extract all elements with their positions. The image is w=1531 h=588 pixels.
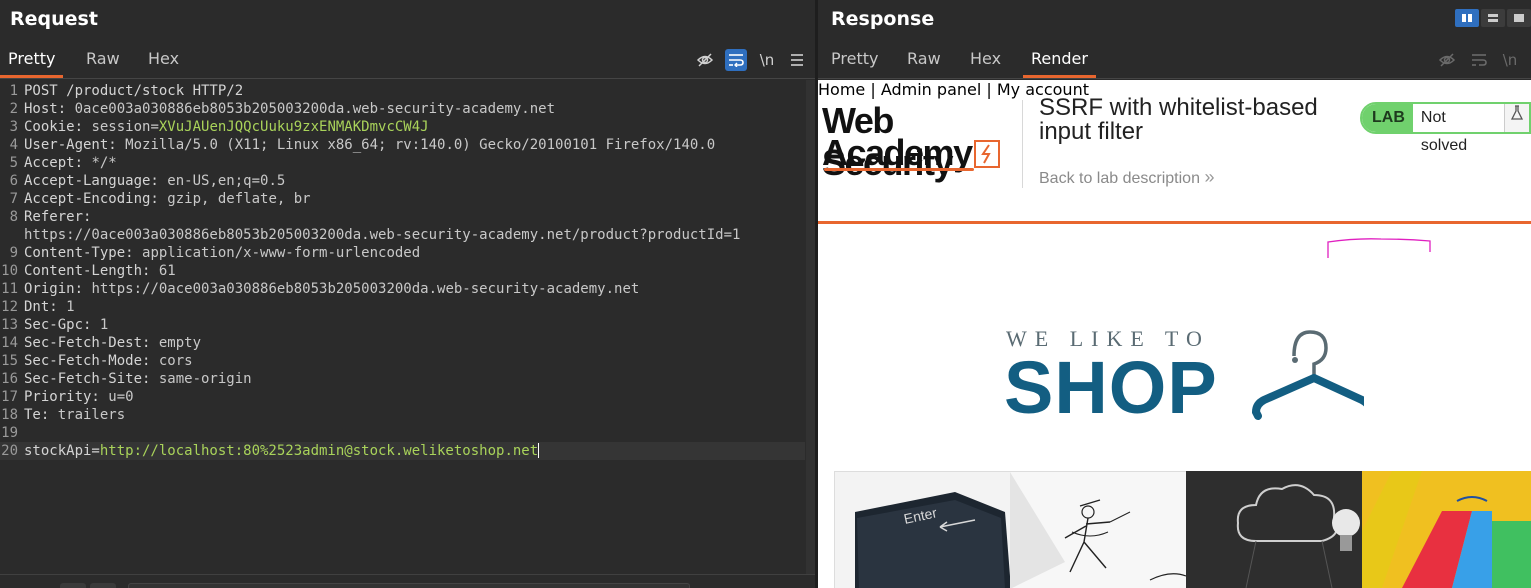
editor-line: 14 Sec-Fetch-Dest: empty <box>1 335 202 351</box>
request-tabs: Pretty Raw Hex <box>0 40 815 78</box>
editor-line: 16 Sec-Fetch-Site: same-origin <box>1 371 252 387</box>
split-columns-icon[interactable] <box>1455 9 1479 27</box>
settings-button[interactable] <box>60 583 86 588</box>
editor-line: 9 Content-Type: application/x-www-form-ur… <box>9 245 421 261</box>
lab-title: SSRF with whitelist-based input filter <box>1039 94 1318 145</box>
editor-line: 5 Accept: */* <box>9 155 117 171</box>
editor-line: 12 Dnt: 1 <box>1 299 75 315</box>
tabs-layout-icon[interactable] <box>1507 9 1531 27</box>
word-wrap-icon[interactable] <box>1468 49 1490 71</box>
product-grid: Enter <box>834 471 1531 588</box>
editor-line: 6 Accept-Language: en-US,en;q=0.5 <box>9 173 286 189</box>
shop-logo: WE LIKE TO SHOP <box>1004 326 1364 428</box>
bolt-icon <box>974 140 1000 168</box>
product-image-lightbulb[interactable] <box>1186 471 1362 588</box>
lab-status-badge: LAB Not solved <box>1360 102 1531 154</box>
editor-line: 11 Origin: https://0ace003a030886eb8053b2… <box>1 281 640 297</box>
request-pane: Request Pretty Raw Hex \n 1 POST /product… <box>0 0 815 588</box>
search-input[interactable] <box>128 583 690 588</box>
tab-hex[interactable]: Hex <box>962 40 1009 78</box>
flask-icon[interactable] <box>1505 104 1529 132</box>
split-rows-icon[interactable] <box>1481 9 1505 27</box>
back-to-lab-link[interactable]: Back to lab description » <box>1039 167 1214 188</box>
burp-repeater-window: Request Pretty Raw Hex \n 1 POST /product… <box>0 0 1531 588</box>
badge-lab-label: LAB <box>1362 104 1413 132</box>
eye-off-icon[interactable] <box>694 49 716 71</box>
lab-header: Web Security Academy SSRF with whitelist… <box>818 80 1531 224</box>
editor-line: 10 Content-Length: 61 <box>1 263 176 279</box>
academy-logo[interactable]: Web Security Academy <box>822 100 1022 183</box>
editor-line: 4 User-Agent: Mozilla/5.0 (X11; Linux x86… <box>9 137 716 153</box>
editor-line: 7 Accept-Encoding: gzip, deflate, br <box>9 191 311 207</box>
eye-off-icon[interactable] <box>1436 49 1458 71</box>
tab-underline <box>0 78 815 79</box>
editor-line-current: 20 stockApi=http://localhost:80%2523admin… <box>0 442 805 460</box>
editor-line: 17 Priority: u=0 <box>1 389 134 405</box>
editor-line-wrapped: https://0ace003a030886eb8053b205003200da… <box>24 227 741 243</box>
request-scrollbar[interactable] <box>806 80 815 574</box>
editor-line: 15 Sec-Fetch-Mode: cors <box>1 353 193 369</box>
double-chevron-icon: » <box>1204 167 1215 187</box>
nav-button[interactable] <box>90 583 116 588</box>
text-caret <box>538 443 540 458</box>
newline-toggle[interactable]: \n <box>756 49 778 71</box>
request-bottom-bar <box>0 574 815 588</box>
response-title: Response <box>831 8 935 30</box>
tab-pretty[interactable]: Pretty <box>0 40 64 78</box>
editor-line: 8 Referer: <box>9 209 100 225</box>
editor-line: 2 Host: 0ace003a030886eb8053b205003200da.… <box>9 101 556 117</box>
tab-raw[interactable]: Raw <box>899 40 949 78</box>
logo-swoosh <box>824 168 974 171</box>
badge-state: Not solved <box>1412 104 1506 154</box>
request-editor[interactable]: 1 POST /product/stock HTTP/2 2 Host: 0ace0… <box>0 80 805 574</box>
hamburger-icon[interactable] <box>786 49 808 71</box>
editor-line: 3 Cookie: session=XVuJAUenJQQcUuku9zxENMA… <box>9 119 429 135</box>
rendered-page: Web Security Academy SSRF with whitelist… <box>818 80 1531 588</box>
product-image-enter-key[interactable]: Enter <box>834 471 1010 588</box>
editor-line: 18 Te: trailers <box>1 407 126 423</box>
product-image-colorful-stairs[interactable] <box>1362 471 1531 588</box>
layout-toggle <box>1455 9 1531 27</box>
editor-line: 13 Sec-Gpc: 1 <box>1 317 109 333</box>
editor-line: 1 POST /product/stock HTTP/2 <box>9 83 244 99</box>
hanger-icon <box>1251 330 1364 420</box>
tab-render[interactable]: Render <box>1023 40 1096 78</box>
word-wrap-icon[interactable] <box>725 49 747 71</box>
tab-underline <box>818 78 1531 79</box>
request-title: Request <box>10 8 98 30</box>
product-image-dancer[interactable] <box>1010 471 1186 588</box>
editor-line: 19 <box>1 425 18 441</box>
tab-pretty[interactable]: Pretty <box>823 40 886 78</box>
newline-toggle[interactable]: \n <box>1499 49 1521 71</box>
tab-hex[interactable]: Hex <box>140 40 187 78</box>
response-tabs: Pretty Raw Hex Render <box>818 40 1531 78</box>
tab-raw[interactable]: Raw <box>78 40 128 78</box>
annotation-marker <box>1327 238 1431 258</box>
response-pane: Response Pretty Raw Hex Render \n Web Se… <box>818 0 1531 588</box>
header-divider <box>1022 100 1023 188</box>
